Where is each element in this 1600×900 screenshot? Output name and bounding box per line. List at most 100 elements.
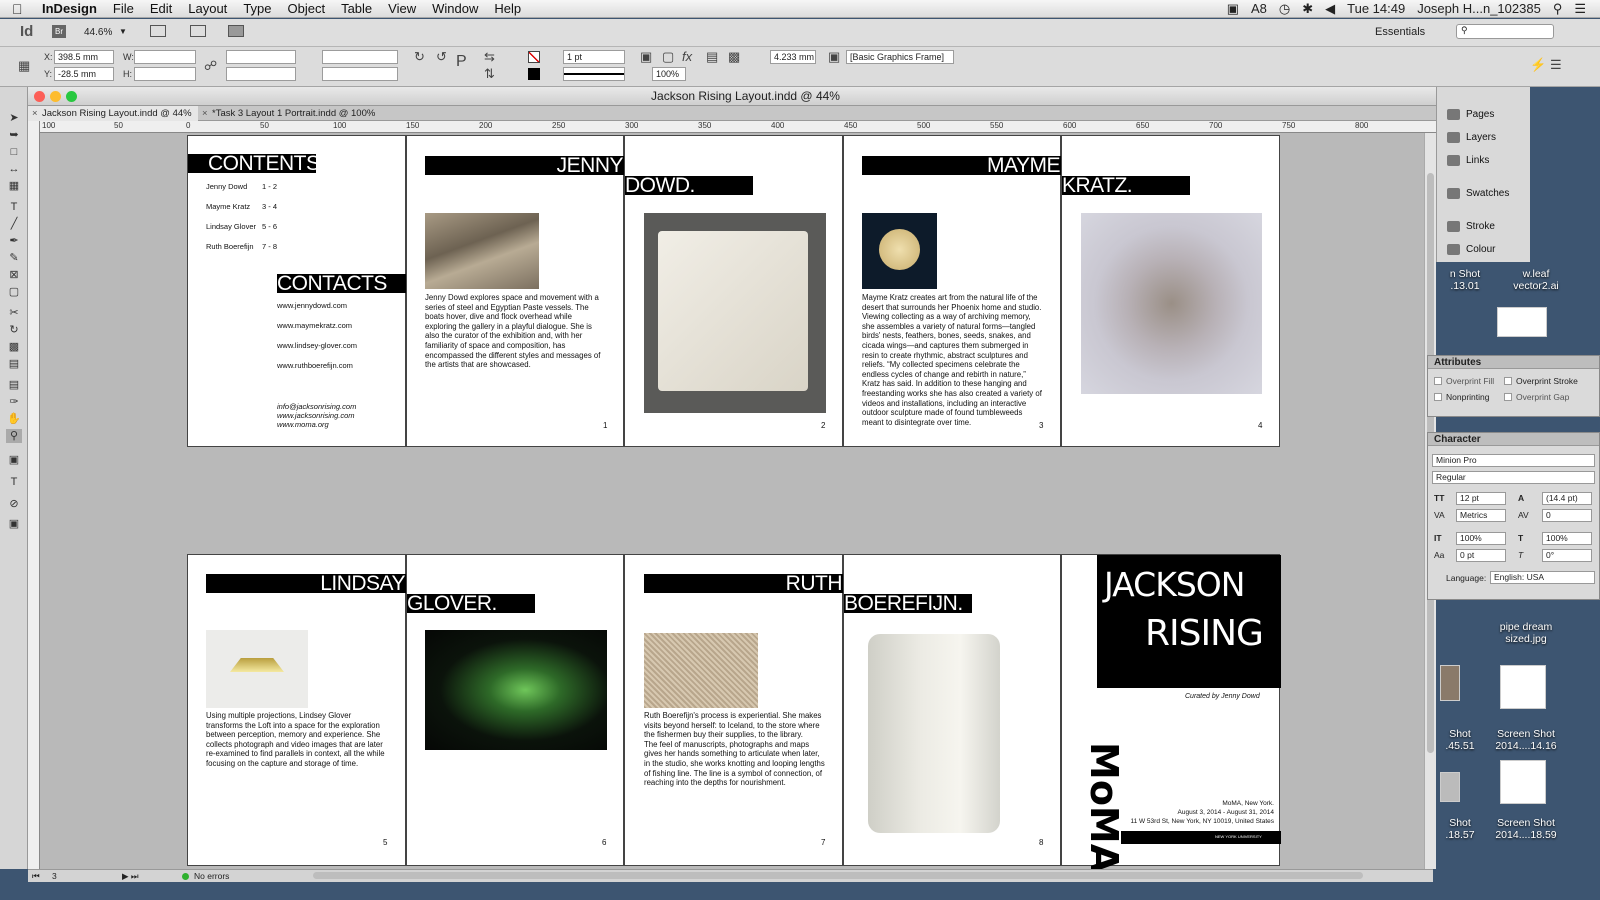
free-transform-tool-icon[interactable]: ↻ <box>6 323 22 337</box>
page-5[interactable]: LINDSAY Using multiple projections, Lind… <box>187 554 407 866</box>
arrange-documents-icon[interactable] <box>228 25 244 37</box>
scale-x-field[interactable] <box>226 50 296 64</box>
language-dropdown[interactable]: English: USA <box>1490 571 1595 584</box>
mayme-artwork-image[interactable] <box>1081 213 1262 394</box>
y-position-field[interactable]: -28.5 mm <box>54 67 114 81</box>
list-icon[interactable]: ☰ <box>1574 1 1586 17</box>
line-tool-icon[interactable]: ╱ <box>6 217 22 231</box>
object-style-dropdown[interactable]: [Basic Graphics Frame] <box>846 50 954 64</box>
horizontal-scrollbar[interactable] <box>313 872 1363 879</box>
fx-icon[interactable]: fx <box>682 50 692 64</box>
apple-icon[interactable]:  <box>12 1 34 17</box>
close-tab-icon[interactable]: × <box>32 106 38 121</box>
page-number-field[interactable]: 3 <box>52 870 57 882</box>
zoom-level[interactable]: 44.6% <box>84 27 112 38</box>
page-contents[interactable]: CONTENTS Jenny Dowd 1 - 2 Mayme Kratz 3 … <box>187 135 407 447</box>
page-navigation-icons[interactable]: ▶ ⏭ <box>122 870 139 882</box>
pages-panel-button[interactable]: Pages <box>1447 109 1494 120</box>
zoom-dropdown-icon[interactable]: ▼ <box>119 27 127 36</box>
menu-type[interactable]: Type <box>235 1 279 16</box>
font-size-field[interactable]: 12 pt <box>1456 492 1506 505</box>
baseline-shift-field[interactable]: 0 pt <box>1456 549 1506 562</box>
screen-mode-tool-icon[interactable]: ▣ <box>6 517 22 531</box>
flip-vertical-icon[interactable]: ⇅ <box>484 67 495 81</box>
contact-link[interactable]: www.ruthboerefijn.com <box>277 361 353 371</box>
menu-layout[interactable]: Layout <box>180 1 235 16</box>
shear-field[interactable] <box>322 67 398 81</box>
page-8[interactable]: BOEREFIJN. 8 <box>843 554 1061 866</box>
kerning-field[interactable]: Metrics <box>1456 509 1506 522</box>
ruth-image[interactable] <box>644 633 758 708</box>
pen-tool-icon[interactable]: ✒ <box>6 234 22 248</box>
skew-field[interactable]: 0° <box>1542 549 1592 562</box>
rectangle-tool-icon[interactable]: ▢ <box>6 285 22 299</box>
ruth-installation-image[interactable] <box>868 634 1000 833</box>
content-collector-icon[interactable]: ▦ <box>6 179 22 193</box>
nonprinting-checkbox[interactable] <box>1434 393 1442 401</box>
page-4[interactable]: KRATZ. 4 <box>1061 135 1280 447</box>
type-tool-icon[interactable]: T <box>6 200 22 214</box>
reference-point-icon[interactable]: ▦ <box>18 59 30 73</box>
first-page-icon[interactable]: ⏮ <box>32 870 40 882</box>
jenny-sculpture-image[interactable] <box>644 213 826 413</box>
close-tab-icon[interactable]: × <box>202 106 208 121</box>
desktop-file-thumbnail[interactable] <box>1500 760 1546 804</box>
gradient-feather-tool-icon[interactable]: ▤ <box>6 357 22 371</box>
opacity-field[interactable]: 100% <box>652 67 686 81</box>
page-6[interactable]: GLOVER. 6 <box>406 554 624 866</box>
stroke-panel-button[interactable]: Stroke <box>1447 221 1495 232</box>
tab-task3-layout[interactable]: × *Task 3 Layout 1 Portrait.indd @ 100% <box>198 106 383 121</box>
flip-horizontal-icon[interactable]: ⇆ <box>484 50 495 64</box>
tracking-field[interactable]: 0 <box>1542 509 1592 522</box>
pencil-tool-icon[interactable]: ✎ <box>6 251 22 265</box>
menu-file[interactable]: File <box>105 1 142 16</box>
lindsay-projection-image[interactable] <box>425 630 607 750</box>
screen-mode-icon[interactable] <box>190 25 206 37</box>
vertical-ruler[interactable] <box>28 121 40 869</box>
time-machine-icon[interactable]: ◷ <box>1279 1 1290 17</box>
vertical-scale-field[interactable]: 100% <box>1456 532 1506 545</box>
formatting-affects-icon[interactable]: T <box>6 475 22 489</box>
desktop-file-label[interactable]: n Shot .13.01 <box>1440 268 1490 292</box>
rotate-icon[interactable]: ↻ <box>414 50 425 64</box>
page-3[interactable]: MAYME Mayme Kratz creates art from the n… <box>843 135 1062 447</box>
align-icon[interactable]: ▤ <box>706 50 718 64</box>
desktop-file-label[interactable]: Screen Shot 2014....18.59 <box>1484 817 1568 841</box>
help-search-input[interactable]: ⚲ <box>1456 24 1554 39</box>
height-field[interactable] <box>134 67 196 81</box>
menu-object[interactable]: Object <box>280 1 334 16</box>
fill-swatch-icon[interactable] <box>528 51 540 63</box>
tab-jackson-rising[interactable]: × Jackson Rising Layout.indd @ 44% <box>28 106 198 121</box>
pasteboard[interactable]: CONTENTS Jenny Dowd 1 - 2 Mayme Kratz 3 … <box>40 133 1424 869</box>
contact-link[interactable]: www.jennydowd.com <box>277 301 347 311</box>
page-cover[interactable]: JACKSON RISING Curated by Jenny Dowd MoM… <box>1061 554 1281 869</box>
fill-stroke-icon[interactable]: ▣ <box>6 453 22 467</box>
desktop-file-thumbnail[interactable] <box>1500 665 1546 709</box>
user-name[interactable]: Joseph H...n_102385 <box>1417 1 1541 16</box>
bridge-icon[interactable]: Br <box>52 25 66 38</box>
direct-selection-tool-icon[interactable]: ➥ <box>6 128 22 142</box>
control-menu-icon[interactable]: ☰ <box>1550 58 1562 72</box>
width-field[interactable] <box>134 50 196 64</box>
menu-help[interactable]: Help <box>486 1 529 16</box>
menu-app-name[interactable]: InDesign <box>34 1 105 16</box>
preflight-status[interactable]: No errors <box>194 870 229 882</box>
contact-link[interactable]: www.lindsey-glover.com <box>277 341 357 351</box>
desktop-file-label[interactable]: Screen Shot 2014....14.16 <box>1484 728 1568 752</box>
page-7[interactable]: RUTH Ruth Boerefijn's process is experie… <box>624 554 844 866</box>
rectangle-frame-tool-icon[interactable]: ⊠ <box>6 268 22 282</box>
overprint-gap-checkbox[interactable] <box>1504 393 1512 401</box>
stroke-swatch-icon[interactable] <box>528 68 540 80</box>
menu-view[interactable]: View <box>380 1 424 16</box>
stroke-type-dropdown[interactable] <box>563 67 625 81</box>
desktop-file-thumbnail[interactable] <box>1440 772 1460 802</box>
horizontal-scale-field[interactable]: 100% <box>1542 532 1592 545</box>
frame-dimension-field[interactable]: 4.233 mm <box>770 50 816 64</box>
view-options-icon[interactable] <box>150 25 166 37</box>
volume-icon[interactable]: ◀ <box>1325 1 1335 17</box>
desktop-file-label[interactable]: w.leaf vector2.ai <box>1496 268 1576 292</box>
scale-y-field[interactable] <box>226 67 296 81</box>
minimize-window-icon[interactable] <box>50 91 61 102</box>
desktop-file-thumbnail[interactable] <box>1497 307 1547 337</box>
note-tool-icon[interactable]: ▤ <box>6 378 22 392</box>
